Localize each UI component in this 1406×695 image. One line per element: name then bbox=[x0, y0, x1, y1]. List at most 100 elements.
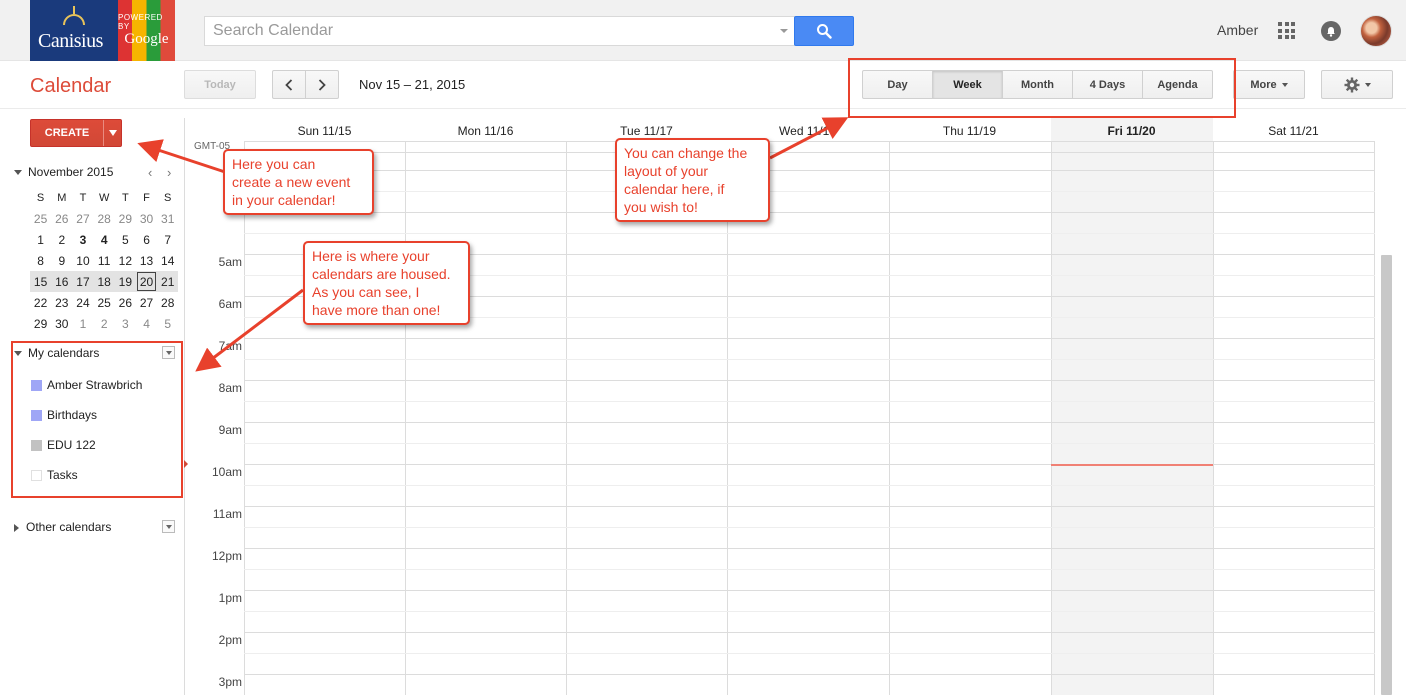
hour-line bbox=[244, 632, 1375, 633]
mini-day[interactable]: 29 bbox=[30, 313, 51, 334]
current-time-marker-icon bbox=[184, 460, 188, 468]
half-hour-line bbox=[244, 569, 1375, 570]
hour-line bbox=[244, 590, 1375, 591]
mini-calendar-header[interactable]: November 2015 bbox=[14, 165, 184, 179]
mini-day[interactable]: 23 bbox=[51, 292, 72, 313]
mini-day[interactable]: 3 bbox=[115, 313, 136, 334]
mini-day[interactable]: 21 bbox=[157, 271, 179, 292]
mini-day[interactable]: 5 bbox=[115, 229, 136, 250]
more-button[interactable]: More bbox=[1233, 70, 1305, 99]
weekday-label: T bbox=[121, 191, 129, 204]
mini-day[interactable]: 10 bbox=[72, 250, 93, 271]
mini-day[interactable]: 31 bbox=[157, 208, 178, 229]
mini-day[interactable]: 11 bbox=[94, 250, 115, 271]
mini-day[interactable]: 25 bbox=[30, 208, 51, 229]
weekday-label: F bbox=[143, 191, 150, 204]
mini-day[interactable]: 27 bbox=[136, 292, 157, 313]
mini-day[interactable]: 29 bbox=[115, 208, 136, 229]
mini-day[interactable]: 2 bbox=[94, 313, 115, 334]
all-day-row[interactable] bbox=[244, 141, 1375, 153]
annotation-create-note: Here you can create a new event in your … bbox=[223, 149, 374, 215]
search-button[interactable] bbox=[794, 16, 854, 46]
avatar[interactable] bbox=[1360, 15, 1392, 47]
day-header-thu[interactable]: Thu 11/19 bbox=[889, 124, 1050, 138]
annotation-layout-note: You can change the layout of your calend… bbox=[615, 138, 770, 222]
mini-day[interactable]: 22 bbox=[30, 292, 51, 313]
mini-day[interactable]: 4 bbox=[94, 229, 115, 250]
other-calendars-menu-button[interactable] bbox=[162, 520, 175, 533]
canisius-logo[interactable]: Canisius POWERED BY Google bbox=[30, 0, 175, 61]
mini-day[interactable]: 30 bbox=[136, 208, 157, 229]
mini-day[interactable]: 27 bbox=[72, 208, 93, 229]
mini-day[interactable]: 15 bbox=[30, 271, 52, 292]
mini-day[interactable]: 8 bbox=[30, 250, 51, 271]
day-header-sun[interactable]: Sun 11/15 bbox=[244, 124, 405, 138]
mini-day[interactable]: 12 bbox=[115, 250, 136, 271]
chevron-left-icon bbox=[285, 78, 293, 91]
user-name-link[interactable]: Amber bbox=[1217, 22, 1258, 38]
mini-day[interactable]: 19 bbox=[114, 271, 136, 292]
mini-day[interactable]: 3 bbox=[72, 229, 93, 250]
time-label-3pm: 3pm bbox=[218, 675, 242, 689]
mini-day[interactable]: 25 bbox=[94, 292, 115, 313]
mini-calendar: S M T W T F S 25 26 27 28 29 30 31 1 2 3… bbox=[30, 187, 179, 334]
half-hour-line bbox=[244, 653, 1375, 654]
next-week-button[interactable] bbox=[305, 70, 339, 99]
mini-calendar-next-chevron-right-icon[interactable]: › bbox=[167, 165, 171, 180]
previous-week-button[interactable] bbox=[272, 70, 306, 99]
mini-day[interactable]: 18 bbox=[93, 271, 115, 292]
mini-day[interactable]: 4 bbox=[136, 313, 157, 334]
mini-day[interactable]: 1 bbox=[72, 313, 93, 334]
half-hour-line bbox=[244, 191, 1375, 192]
mini-day[interactable]: 16 bbox=[51, 271, 73, 292]
search-input[interactable] bbox=[205, 17, 765, 45]
create-event-button[interactable]: CREATE bbox=[30, 119, 122, 147]
time-label-7am: 7am bbox=[218, 339, 242, 353]
mini-day[interactable]: 14 bbox=[157, 250, 178, 271]
apps-grid-icon[interactable] bbox=[1278, 22, 1295, 39]
mini-day[interactable]: 28 bbox=[157, 292, 178, 313]
mini-day[interactable]: 6 bbox=[136, 229, 157, 250]
mini-day-today[interactable]: 20 bbox=[135, 271, 158, 292]
mini-day[interactable]: 26 bbox=[115, 292, 136, 313]
mini-day[interactable]: 24 bbox=[72, 292, 93, 313]
mini-day[interactable]: 5 bbox=[157, 313, 178, 334]
day-header-sat[interactable]: Sat 11/21 bbox=[1213, 124, 1374, 138]
day-header-fri[interactable]: Fri 11/20 bbox=[1051, 124, 1212, 138]
weekday-label: S bbox=[36, 191, 45, 204]
mini-day[interactable]: 30 bbox=[51, 313, 72, 334]
other-calendars-header[interactable]: Other calendars bbox=[14, 520, 111, 534]
hour-line bbox=[244, 506, 1375, 507]
create-options-chevron-down-icon[interactable] bbox=[104, 130, 121, 136]
day-header-mon[interactable]: Mon 11/16 bbox=[405, 124, 566, 138]
hour-line bbox=[244, 170, 1375, 171]
settings-button[interactable] bbox=[1321, 70, 1393, 99]
today-button[interactable]: Today bbox=[184, 70, 256, 99]
day-header-tue[interactable]: Tue 11/17 bbox=[566, 124, 727, 138]
mini-day[interactable]: 28 bbox=[94, 208, 115, 229]
notifications-bell-icon[interactable] bbox=[1321, 21, 1341, 41]
chevron-down-icon bbox=[165, 524, 172, 529]
google-label: Google bbox=[124, 31, 169, 47]
mini-day[interactable]: 2 bbox=[51, 229, 72, 250]
mini-calendar-prev-chevron-left-icon[interactable]: ‹ bbox=[148, 165, 152, 180]
mini-day[interactable]: 17 bbox=[72, 271, 94, 292]
more-label: More bbox=[1250, 78, 1277, 91]
search-options-chevron-down-icon[interactable] bbox=[780, 29, 788, 33]
half-hour-line bbox=[244, 611, 1375, 612]
mini-day[interactable]: 1 bbox=[30, 229, 51, 250]
hour-line bbox=[244, 548, 1375, 549]
mini-day[interactable]: 7 bbox=[157, 229, 178, 250]
hour-line bbox=[244, 338, 1375, 339]
half-hour-line bbox=[244, 443, 1375, 444]
chevron-down-icon bbox=[1281, 82, 1288, 87]
mini-day[interactable]: 26 bbox=[51, 208, 72, 229]
day-header-wed[interactable]: Wed 11/18 bbox=[727, 124, 888, 138]
mini-day[interactable]: 13 bbox=[136, 250, 157, 271]
mini-day[interactable]: 9 bbox=[51, 250, 72, 271]
grid-scrollbar[interactable] bbox=[1381, 255, 1392, 695]
time-label-8am: 8am bbox=[218, 381, 242, 395]
grid-line bbox=[184, 118, 185, 695]
powered-by-google: POWERED BY Google bbox=[118, 0, 175, 61]
weekday-label: T bbox=[79, 191, 87, 204]
